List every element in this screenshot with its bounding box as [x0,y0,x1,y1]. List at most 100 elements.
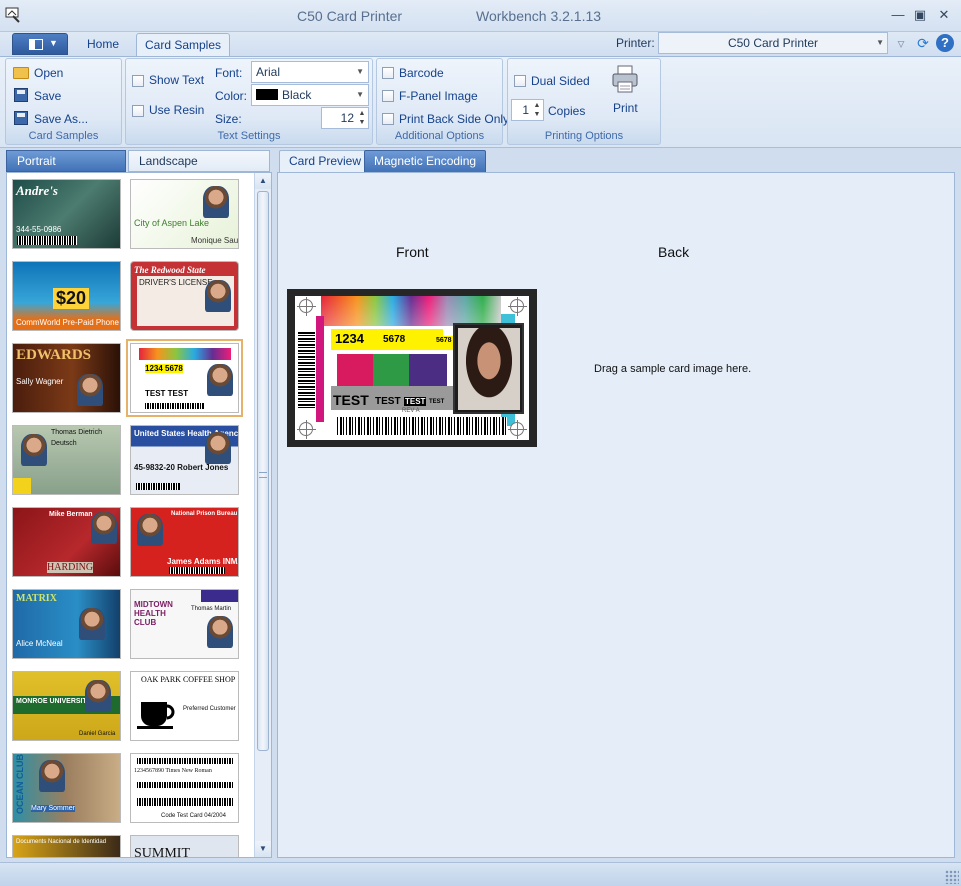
fpanel-label: F-Panel Image [399,89,478,103]
ribbon: Open Save Save As... Card Samples Show T… [0,56,961,148]
print-back-label: Print Back Side Only [399,112,510,126]
tab-home[interactable]: Home [76,33,130,56]
save-icon [14,88,28,102]
app-menu-button[interactable]: ▼ [12,33,68,55]
tab-card-samples[interactable]: Card Samples [136,33,230,56]
tab-landscape[interactable]: Landscape [128,150,270,172]
card-number-small: 5678 [436,337,452,344]
card-thumb[interactable]: OCEAN CLUB Mary Sommer [12,753,121,823]
window-title-app: C50 Card Printer [297,8,403,24]
card-thumb[interactable]: City of Aspen Lake Monique Sauer [130,179,239,249]
ribbon-tab-row: ▼ Home Card Samples Printer: C50 Card Pr… [0,32,961,56]
open-button[interactable]: Open [34,66,63,80]
coffee-cup-icon [137,702,175,729]
size-stepper[interactable]: 12 ▲ ▼ [321,107,369,129]
card-thumb[interactable]: Thomas Dietrich Deutsch [12,425,121,495]
tab-magnetic-encoding[interactable]: Magnetic Encoding [364,150,487,172]
test-text-mid: TEST [375,396,401,407]
stepper-arrows-icon[interactable]: ▲ ▼ [532,101,542,119]
show-text-checkbox[interactable] [132,75,144,87]
chevron-down-icon: ▼ [49,38,58,48]
card-number-mid: 5678 [383,334,406,345]
thumbnail-scrollbar[interactable]: ▲ ▼ [254,173,271,857]
crosshair-icon [297,420,316,439]
font-select[interactable]: Arial ▼ [251,61,369,83]
back-drop-hint: Drag a sample card image here. [594,363,752,375]
color-label: Color: [215,89,248,103]
card-thumb[interactable]: MONROE UNIVERSITY Daniel Garcia [12,671,121,741]
scroll-up-icon[interactable]: ▲ [255,173,271,189]
show-text-label: Show Text [149,73,205,87]
save-as-icon [14,111,28,125]
preview-tab-strip: Card Preview Magnetic Encoding [279,150,955,172]
print-back-checkbox[interactable] [382,113,394,125]
card-thumb[interactable]: Andre's 344-55-0986 [12,179,121,249]
group-card-samples: Open Save Save As... Card Samples [5,58,122,145]
card-preview-pane: Front Back Drag a sample card image here… [277,172,955,858]
printer-icon[interactable] [611,64,639,94]
fpanel-checkbox[interactable] [382,90,394,102]
scroll-down-icon[interactable]: ▼ [255,841,271,857]
printer-select[interactable]: C50 Card Printer ▼ [658,32,888,54]
window-title-version: Workbench 3.2.1.13 [476,8,602,24]
card-thumb[interactable]: MIDTOWN HEALTH CLUB Thomas Martin [130,589,239,659]
card-thumb-selected[interactable]: 1234 5678 TEST TEST [126,339,243,417]
print-button[interactable]: Print [613,101,638,115]
card-thumb[interactable]: OAK PARK COFFEE SHOP Preferred Customer [130,671,239,741]
group-caption: Text Settings [217,130,281,142]
card-thumb[interactable]: National Prison Bureau James Adams INMAT… [130,507,239,577]
scrollbar-thumb[interactable] [257,191,269,751]
card-thumb[interactable]: 1234567890 Times New Roman Code Test Car… [130,753,239,823]
app-icon[interactable] [4,6,22,24]
color-select-value: Black [282,88,312,102]
chevron-down-icon: ▼ [876,38,884,47]
copies-stepper[interactable]: 1 ▲ ▼ [511,99,544,121]
group-additional-options: Barcode F-Panel Image Print Back Side On… [376,58,509,145]
tab-card-preview[interactable]: Card Preview [279,150,372,172]
card-thumb[interactable]: MATRIX Alice McNeal [12,589,121,659]
crosshair-icon [297,297,316,316]
app-menu-icon [29,39,43,50]
color-swatch-row [331,354,449,386]
refresh-icon[interactable]: ⟳ [914,34,932,52]
front-card-preview[interactable]: 1234 5678 5678 TEST TEST TEST TEST REV A [287,289,537,447]
back-label: Back [658,244,690,260]
crosshair-icon [508,297,527,316]
group-caption: Printing Options [544,130,624,142]
status-bar [0,862,961,886]
rainbow-band [321,296,501,326]
test-text-inverse: TEST [404,397,427,406]
printer-label: Printer: [616,36,655,50]
filter-icon[interactable]: ▿ [892,34,910,52]
card-thumb[interactable]: United States Health Agency 45-9832-20 R… [130,425,239,495]
card-thumb[interactable]: The Redwood State DRIVER'S LICENSE [130,261,239,331]
size-label: Size: [215,112,242,126]
card-thumb[interactable]: Mike Berman HARDING [12,507,121,577]
barcode-checkbox[interactable] [382,67,394,79]
minimize-button[interactable]: — [888,6,908,24]
font-label: Font: [215,66,243,80]
color-select[interactable]: Black ▼ [251,84,369,106]
card-thumb[interactable]: EDWARDS Sally Wagner [12,343,121,413]
chevron-down-icon: ▼ [356,67,364,76]
card-thumb[interactable]: Documents Nacional de Identidad [12,835,121,857]
stepper-arrows-icon[interactable]: ▲ ▼ [357,109,367,127]
close-button[interactable]: ✕ [934,6,954,24]
maximize-button[interactable]: ▣ [910,6,930,24]
group-text-settings: Show Text Use Resin Font: Arial ▼ Color:… [125,58,373,145]
size-value: 12 [340,111,354,125]
save-as-button[interactable]: Save As... [34,112,88,126]
save-button[interactable]: Save [34,89,61,103]
barcode-label: Barcode [399,66,444,80]
dual-sided-checkbox[interactable] [514,75,526,87]
card-samples-panel: Andre's 344-55-0986 City of Aspen Lake M… [6,172,272,858]
copies-label: Copies [548,104,586,118]
use-resin-checkbox[interactable] [132,105,144,117]
help-icon[interactable]: ? [936,34,954,52]
card-thumb[interactable]: $20 CommWorld Pre-Paid Phone [12,261,121,331]
card-thumb[interactable]: SUMMIT [130,835,239,857]
tab-portrait[interactable]: Portrait [6,150,126,172]
color-swatch [256,89,278,101]
horizontal-barcode [337,417,507,435]
resize-grip-icon[interactable] [945,870,959,884]
